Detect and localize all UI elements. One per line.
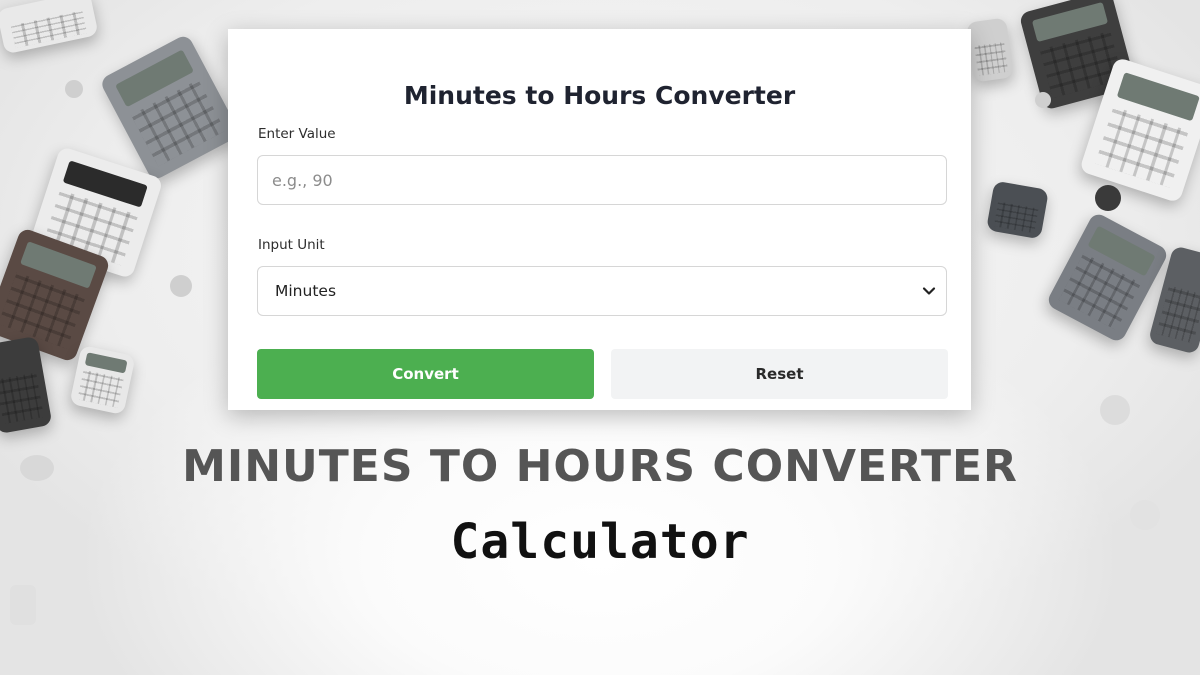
decorative-dot <box>65 80 83 98</box>
decorative-dot <box>1100 395 1130 425</box>
card-title: Minutes to Hours Converter <box>403 81 796 110</box>
calculator-illustration <box>1045 211 1170 344</box>
chevron-down-icon <box>922 287 936 295</box>
decorative-dot <box>1035 92 1051 108</box>
converter-card: Minutes to Hours Converter Enter Value I… <box>228 29 971 410</box>
decorative-dot <box>170 275 192 297</box>
calculator-illustration <box>986 180 1049 240</box>
calculator-illustration <box>69 344 136 416</box>
value-label: Enter Value <box>258 126 336 142</box>
value-input[interactable] <box>257 155 947 205</box>
banner-subheadline: Calculator <box>450 514 750 570</box>
decorative-dot <box>10 585 36 625</box>
unit-select-value: Minutes <box>275 282 337 300</box>
unit-label: Input Unit <box>258 237 325 253</box>
banner-headline: MINUTES TO HOURS CONVERTER <box>182 441 1018 492</box>
reset-button[interactable]: Reset <box>611 349 948 399</box>
calculator-illustration <box>0 0 99 55</box>
calculator-illustration <box>966 17 1014 83</box>
calculator-illustration <box>98 33 242 182</box>
unit-select[interactable]: Minutes <box>257 266 947 316</box>
decorative-dot <box>1095 185 1121 211</box>
convert-button[interactable]: Convert <box>257 349 594 399</box>
